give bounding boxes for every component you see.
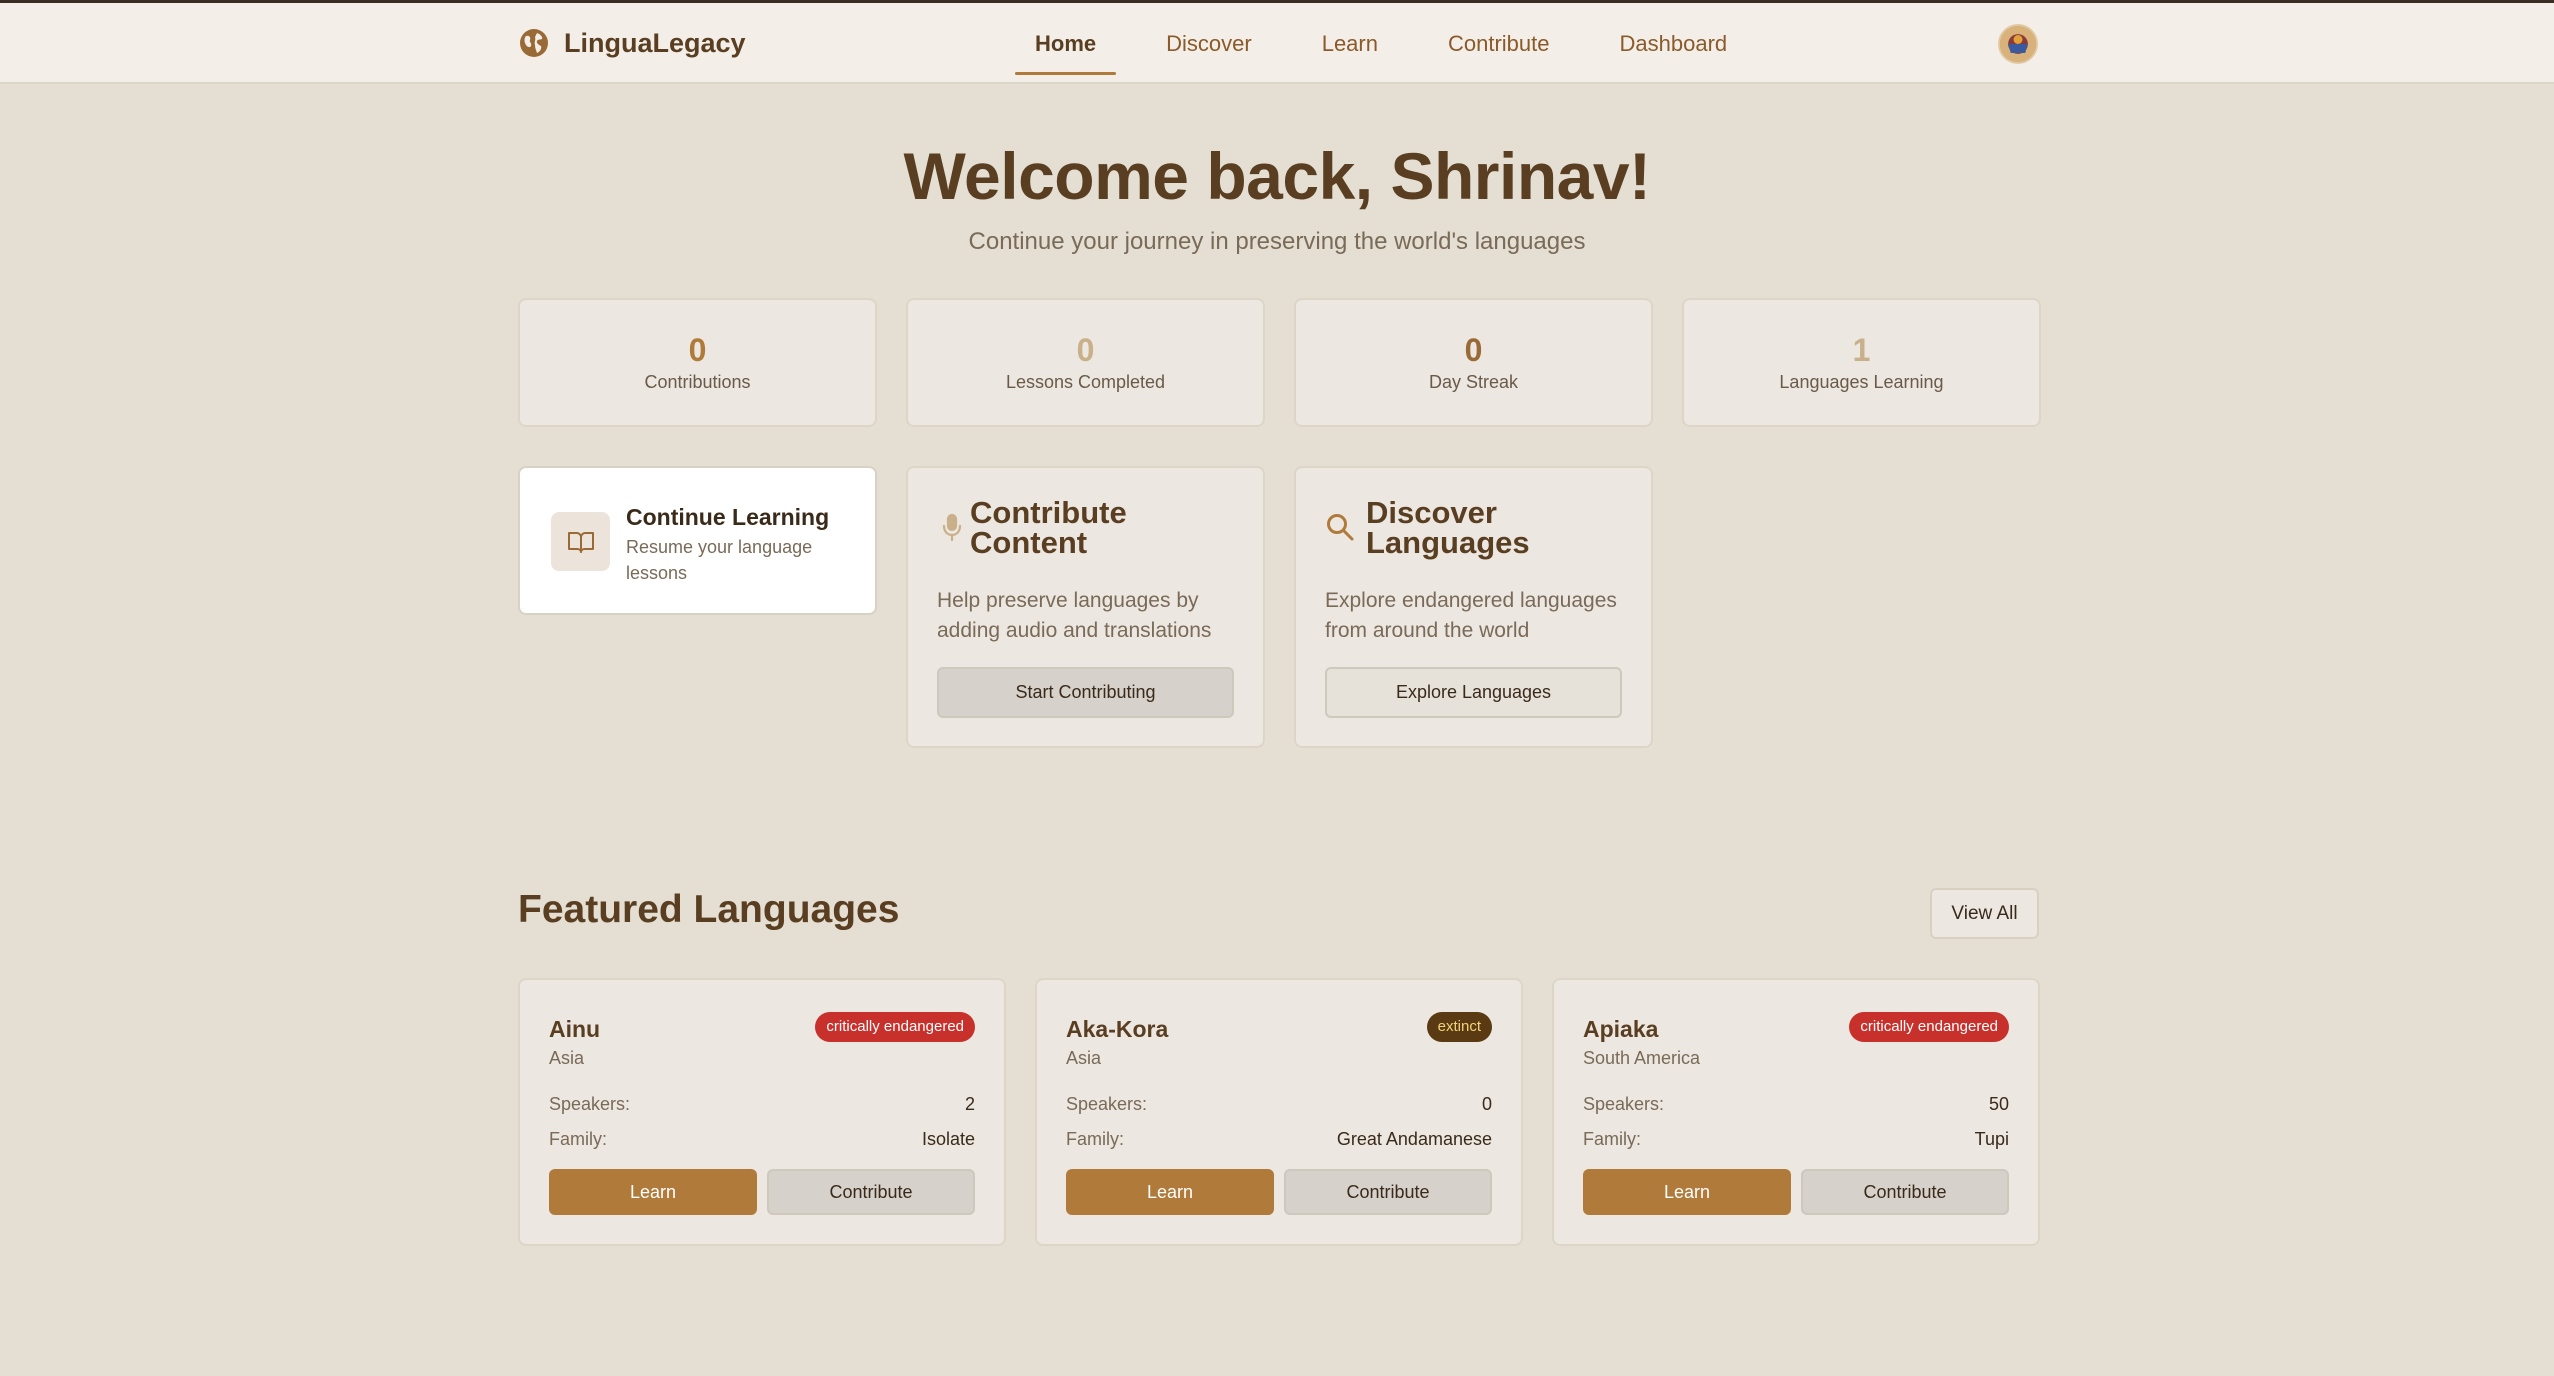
- contribute-content-description: Help preserve languages by adding audio …: [937, 589, 1212, 642]
- language-card-ainu: Ainu Asia critically endangered Speakers…: [518, 978, 1006, 1246]
- status-badge: critically endangered: [815, 1012, 975, 1042]
- stat-label: Day Streak: [1428, 372, 1519, 392]
- search-icon: [1325, 512, 1355, 542]
- speakers-row: Speakers: 0: [1066, 1094, 1492, 1118]
- language-name: Apiaka: [1583, 1016, 1659, 1042]
- microphone-icon: [937, 512, 967, 542]
- nav-dashboard[interactable]: Dashboard: [1585, 3, 1763, 84]
- learn-button[interactable]: Learn: [1583, 1169, 1791, 1215]
- family-value: Great Andamanese: [1336, 1129, 1492, 1149]
- learn-button[interactable]: Learn: [1066, 1169, 1274, 1215]
- user-avatar[interactable]: [1998, 24, 2038, 64]
- main-nav: Home Discover Learn Contribute Dashboard: [1000, 3, 1762, 84]
- brand[interactable]: LinguaLegacy: [518, 27, 746, 59]
- stat-label: Lessons Completed: [1005, 372, 1166, 392]
- contribute-button[interactable]: Contribute: [767, 1169, 975, 1215]
- continue-learning-description: Resume your language lessons: [626, 537, 813, 583]
- contribute-content-title: Contribute Content: [970, 495, 1127, 560]
- status-badge: critically endangered: [1849, 1012, 2009, 1042]
- contribute-button[interactable]: Contribute: [1284, 1169, 1492, 1215]
- continue-learning-title: Continue Learning: [626, 504, 830, 530]
- brand-name: LinguaLegacy: [564, 27, 746, 58]
- family-label: Family:: [1583, 1129, 1641, 1149]
- start-contributing-button[interactable]: Start Contributing: [937, 667, 1234, 718]
- stat-value: 0: [1076, 332, 1095, 368]
- book-open-icon: [551, 512, 610, 571]
- nav-discover[interactable]: Discover: [1131, 3, 1287, 84]
- discover-languages-description: Explore endangered languages from around…: [1325, 589, 1617, 642]
- stat-value: 0: [1464, 332, 1483, 368]
- discover-languages-title: Discover Languages: [1366, 495, 1530, 560]
- family-value: Tupi: [1974, 1129, 2009, 1149]
- welcome-subtitle: Continue your journey in preserving the …: [968, 228, 1586, 255]
- contribute-button[interactable]: Contribute: [1801, 1169, 2009, 1215]
- continue-learning-card[interactable]: Continue Learning Resume your language l…: [518, 466, 877, 615]
- globe-icon: [518, 27, 550, 59]
- language-region: South America: [1583, 1048, 1701, 1068]
- welcome-title: Welcome back, Shrinav!: [903, 139, 1651, 213]
- speakers-row: Speakers: 2: [549, 1094, 975, 1118]
- speakers-row: Speakers: 50: [1583, 1094, 2009, 1118]
- family-label: Family:: [549, 1129, 607, 1149]
- stat-value: 1: [1852, 332, 1871, 368]
- speakers-label: Speakers:: [1066, 1094, 1148, 1114]
- speakers-label: Speakers:: [549, 1094, 631, 1114]
- stat-label: Contributions: [644, 372, 751, 392]
- language-region: Asia: [1066, 1048, 1102, 1068]
- family-value: Isolate: [921, 1129, 975, 1149]
- contribute-content-card: Contribute Content Help preserve languag…: [906, 466, 1265, 748]
- family-row: Family: Great Andamanese: [1066, 1129, 1492, 1153]
- family-label: Family:: [1066, 1129, 1124, 1149]
- stat-languages-learning: 1 Languages Learning: [1682, 298, 2041, 427]
- nav-home[interactable]: Home: [1000, 3, 1131, 84]
- family-row: Family: Tupi: [1583, 1129, 2009, 1153]
- stat-label: Languages Learning: [1779, 372, 1944, 392]
- language-card-aka-kora: Aka-Kora Asia extinct Speakers: 0 Family…: [1035, 978, 1523, 1246]
- stat-contributions: 0 Contributions: [518, 298, 877, 427]
- featured-languages-title: Featured Languages: [518, 888, 900, 931]
- status-badge: extinct: [1426, 1012, 1492, 1042]
- explore-languages-button[interactable]: Explore Languages: [1325, 667, 1622, 718]
- family-row: Family: Isolate: [549, 1129, 975, 1153]
- speakers-value: 0: [1481, 1094, 1492, 1114]
- language-name: Aka-Kora: [1066, 1016, 1169, 1042]
- speakers-value: 2: [964, 1094, 975, 1114]
- nav-contribute[interactable]: Contribute: [1413, 3, 1585, 84]
- discover-languages-card: Discover Languages Explore endangered la…: [1294, 466, 1653, 748]
- top-navbar: LinguaLegacy Home Discover Learn Contrib…: [0, 3, 2554, 84]
- speakers-value: 50: [1988, 1094, 2009, 1114]
- language-region: Asia: [549, 1048, 585, 1068]
- stat-day-streak: 0 Day Streak: [1294, 298, 1653, 427]
- speakers-label: Speakers:: [1583, 1094, 1665, 1114]
- nav-learn[interactable]: Learn: [1287, 3, 1413, 84]
- view-all-button[interactable]: View All: [1930, 888, 2039, 939]
- stat-value: 0: [688, 332, 707, 368]
- language-card-apiaka: Apiaka South America critically endanger…: [1552, 978, 2040, 1246]
- stat-lessons-completed: 0 Lessons Completed: [906, 298, 1265, 427]
- language-name: Ainu: [549, 1016, 601, 1042]
- learn-button[interactable]: Learn: [549, 1169, 757, 1215]
